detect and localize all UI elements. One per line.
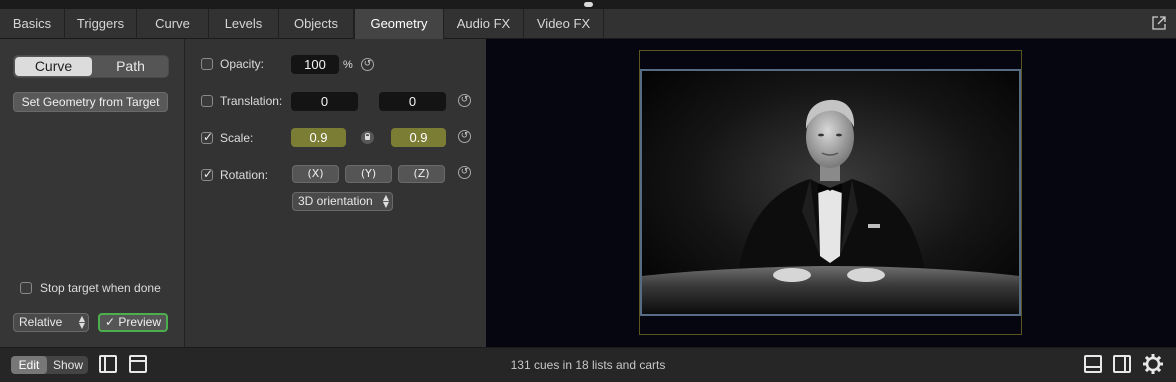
set-geometry-from-target-button[interactable]: Set Geometry from Target [13, 92, 168, 112]
opacity-unit: % [343, 59, 353, 71]
drag-handle[interactable] [584, 2, 593, 7]
cue-count-status: 131 cues in 18 lists and carts [510, 358, 666, 372]
popout-icon[interactable] [1152, 16, 1166, 30]
tab-curve[interactable]: Curve [137, 9, 209, 39]
opacity-field[interactable]: 100 [291, 55, 339, 74]
tab-objects[interactable]: Objects [279, 9, 354, 39]
chevron-updown-icon: ▲ ▼ [78, 314, 85, 330]
inspector-content: Curve Path Set Geometry from Target Stop… [0, 39, 1176, 347]
opacity-label: Opacity: [220, 57, 265, 71]
orientation-select-value: 3D orientation [298, 194, 373, 208]
orientation-select[interactable]: 3D orientation ▲ ▼ [292, 192, 393, 211]
segment-curve[interactable]: Curve [15, 57, 92, 76]
chevron-updown-icon: ▲ ▼ [382, 193, 389, 209]
video-preview-stage [486, 39, 1176, 347]
translation-checkbox[interactable] [201, 95, 213, 107]
tab-audio-fx[interactable]: Audio FX [444, 9, 524, 39]
rotate-z-button[interactable]: (Z) [398, 165, 445, 183]
preview-button[interactable]: ✓ Preview [98, 313, 168, 332]
stop-target-label: Stop target when done [40, 281, 161, 295]
translation-label: Translation: [220, 94, 283, 108]
scale-checkbox[interactable] [201, 130, 213, 144]
toggle-bottom-panel-icon[interactable] [1084, 355, 1102, 373]
window-top-strip [0, 0, 1176, 9]
rotation-checkbox[interactable] [201, 167, 213, 181]
lock-icon[interactable] [361, 131, 374, 144]
mode-select[interactable]: Relative ▲ ▼ [13, 313, 89, 332]
left-pane: Curve Path Set Geometry from Target Stop… [0, 39, 185, 347]
translation-reset-icon[interactable]: ↺ [458, 94, 471, 107]
rotate-y-button[interactable]: (Y) [345, 165, 392, 183]
scale-x-field[interactable]: 0.9 [291, 128, 346, 147]
mode-select-value: Relative [19, 315, 63, 329]
tab-video-fx[interactable]: Video FX [524, 9, 604, 39]
tab-triggers[interactable]: Triggers [65, 9, 137, 39]
toggle-right-panel-icon[interactable] [1113, 355, 1131, 373]
curve-path-segmented-control: Curve Path [13, 55, 169, 78]
tab-geometry[interactable]: Geometry [354, 9, 444, 39]
scale-y-field[interactable]: 0.9 [391, 128, 446, 147]
segment-path[interactable]: Path [92, 56, 169, 77]
inspector-tab-bar: Basics Triggers Curve Levels Objects Geo… [0, 9, 1176, 39]
scale-reset-icon[interactable]: ↺ [458, 130, 471, 143]
stop-target-checkbox[interactable] [20, 282, 32, 294]
video-frame[interactable] [640, 69, 1021, 316]
video-still-image [642, 71, 1019, 314]
translation-y-field[interactable]: 0 [379, 92, 446, 111]
scale-label: Scale: [220, 131, 254, 145]
gear-icon[interactable] [1143, 354, 1163, 374]
rotate-x-button[interactable]: (X) [292, 165, 339, 183]
opacity-checkbox[interactable] [201, 58, 213, 70]
opacity-reset-icon[interactable]: ↺ [361, 58, 374, 71]
rotation-label: Rotation: [220, 168, 269, 182]
geometry-pane: Opacity: 100 % ↺ Translation: 0 0 ↺ Scal… [186, 39, 485, 347]
translation-x-field[interactable]: 0 [291, 92, 358, 111]
rotation-reset-icon[interactable]: ↺ [458, 166, 471, 179]
tab-levels[interactable]: Levels [209, 9, 279, 39]
tab-basics[interactable]: Basics [0, 9, 65, 39]
status-bar: Edit Show 131 cues in 18 lists and carts [0, 347, 1176, 382]
